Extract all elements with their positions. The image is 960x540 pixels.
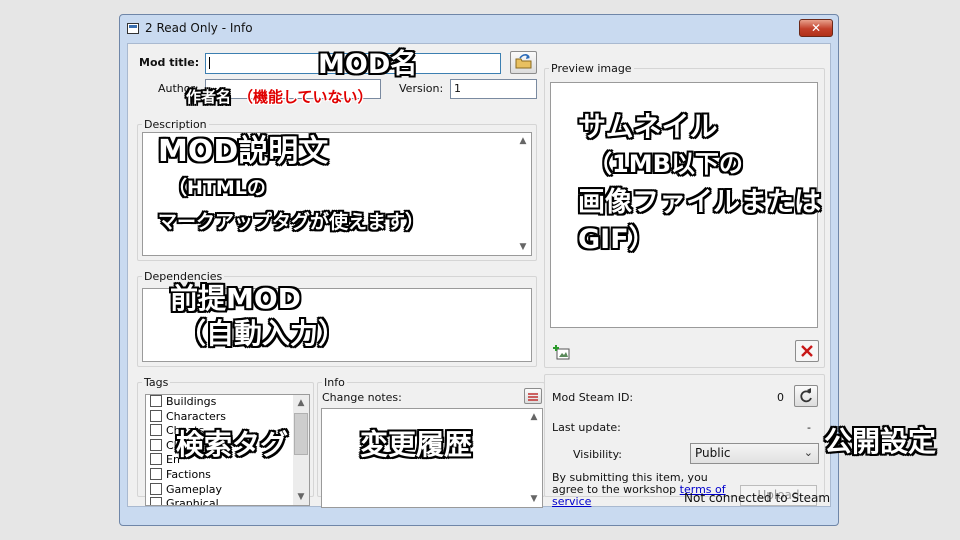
version-label: Version: — [399, 82, 444, 95]
change-notes-button[interactable] — [524, 388, 542, 404]
annotation-visibility: 公開設定 — [824, 425, 937, 458]
tag-item[interactable]: Graphical — [146, 497, 309, 505]
annotation-preview-3: 画像ファイルまたは — [578, 187, 821, 218]
add-image-button[interactable] — [552, 344, 572, 362]
annotation-history: 変更履歴 — [360, 428, 473, 461]
mod-steam-id-label: Mod Steam ID: — [552, 391, 634, 404]
close-icon: ✕ — [810, 21, 822, 35]
chevron-down-icon: ⌄ — [803, 446, 813, 459]
description-scrollbar[interactable]: ▲ ▼ — [515, 133, 531, 255]
annotation-author-name: 作者名 — [186, 88, 232, 106]
tag-checkbox[interactable] — [150, 424, 162, 437]
annotation-preview-4: GIF） — [578, 224, 656, 255]
refresh-button[interactable] — [794, 385, 818, 407]
mod-title-label: Mod title: — [139, 56, 200, 69]
last-update-value: - — [807, 421, 811, 434]
visibility-select[interactable]: Public ⌄ — [690, 443, 819, 464]
tag-checkbox[interactable] — [150, 395, 162, 407]
last-update-label: Last update: — [552, 421, 621, 434]
delete-image-button[interactable] — [795, 340, 819, 362]
folder-browse-icon — [515, 54, 532, 69]
change-notes-label: Change notes: — [322, 391, 402, 404]
tags-label: Tags — [142, 376, 171, 389]
window-title: 2 Read Only - Info — [145, 21, 253, 35]
annotation-preview-1: サムネイル — [578, 110, 718, 143]
tags-scroll-thumb[interactable] — [294, 413, 308, 455]
window-app-icon — [127, 23, 139, 34]
status-text: Not connected to Steam — [684, 491, 831, 505]
scroll-up-icon[interactable]: ▲ — [293, 395, 309, 411]
annotation-desc-2: （HTMLの — [168, 177, 266, 199]
scroll-up-icon[interactable]: ▲ — [515, 133, 531, 149]
browse-folder-button[interactable] — [510, 51, 537, 74]
close-button[interactable]: ✕ — [799, 19, 833, 37]
tag-checkbox[interactable] — [150, 467, 162, 480]
tag-checkbox[interactable] — [150, 438, 162, 451]
change-notes-scrollbar[interactable]: ▲ ▼ — [526, 409, 542, 507]
tag-item[interactable]: Factions — [146, 467, 309, 483]
scroll-down-icon[interactable]: ▼ — [293, 489, 309, 505]
annotation-tags: 検索タグ — [176, 428, 289, 461]
tag-item[interactable]: Gameplay — [146, 482, 309, 498]
delete-x-icon — [801, 345, 813, 357]
annotation-preview-2: （1MB以下の — [588, 150, 743, 178]
add-image-icon — [553, 345, 570, 360]
refresh-icon — [800, 388, 812, 403]
scroll-up-icon[interactable]: ▲ — [526, 409, 542, 425]
tag-checkbox[interactable] — [150, 409, 162, 422]
tag-checkbox[interactable] — [150, 482, 162, 495]
version-input[interactable]: 1 — [450, 79, 537, 99]
annotation-author-note: （機能していない） — [238, 88, 373, 106]
change-notes-icon — [528, 393, 538, 401]
annotation-deps-1: 前提MOD — [170, 282, 301, 315]
preview-label: Preview image — [549, 62, 634, 75]
steam-group: Mod Steam ID: 0 Last update: - Visibilit… — [544, 374, 825, 508]
tag-checkbox[interactable] — [150, 497, 162, 505]
annotation-desc-3: マークアップタグが使えます） — [158, 211, 425, 233]
visibility-value: Public — [695, 446, 731, 460]
annotation-desc-1: MOD説明文 — [158, 134, 329, 169]
scroll-down-icon[interactable]: ▼ — [526, 491, 542, 507]
title-bar[interactable]: 2 Read Only - Info ✕ — [120, 15, 838, 43]
info-label: Info — [322, 376, 347, 389]
tags-scrollbar[interactable]: ▲ ▼ — [293, 395, 309, 505]
annotation-mod-name: MOD名 — [318, 49, 418, 80]
tag-checkbox[interactable] — [150, 453, 162, 466]
tag-item[interactable]: Buildings — [146, 395, 309, 410]
mod-steam-id-value: 0 — [777, 391, 784, 404]
tag-item[interactable]: Characters — [146, 409, 309, 425]
scroll-down-icon[interactable]: ▼ — [515, 239, 531, 255]
annotation-deps-2: （自動入力） — [178, 317, 347, 350]
terms-link-2[interactable]: service — [552, 495, 591, 508]
visibility-label: Visibility: — [573, 448, 623, 461]
